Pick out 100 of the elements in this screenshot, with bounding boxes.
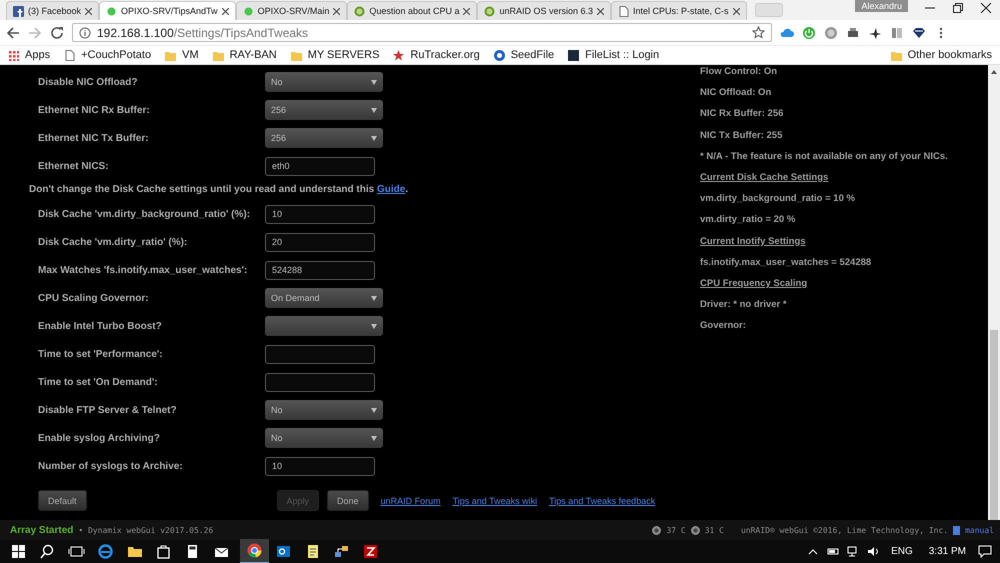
info-text: Governor: [700,320,747,334]
restore-icon[interactable] [952,2,964,12]
dropdown[interactable]: No [265,428,383,448]
bookmark[interactable]: SeedFile [494,49,554,61]
browser-tab[interactable]: OPIXO-SRV/TipsAndTw [99,1,236,20]
folder-icon [890,50,902,60]
setting-label: Time to set 'On Demand': [38,376,159,388]
address-bar[interactable]: 192.168.1.100/Settings/TipsAndTweaks [72,23,772,42]
info-text: NIC Tx Buffer: 255 [700,130,784,143]
url-text: 192.168.1.100/Settings/TipsAndTweaks [97,26,308,40]
footer-link[interactable]: Tips and Tweaks wiki [452,496,538,506]
info-icon [79,26,91,38]
info-text: * N/A - The feature is not available on any of your NICs. [700,150,949,164]
caret-icon [371,324,377,328]
setting-label: Disable NIC Offload? [38,76,138,88]
array-status: Array Started [10,524,74,536]
caret-icon [371,80,377,84]
setting-label: Enable syslog Archiving? [38,432,161,444]
version-text: • Dynamix webGui v2017.05.26 [78,526,214,534]
input-field[interactable]: eth0 [265,156,375,176]
volume-icon[interactable] [867,545,880,558]
chrome-icon[interactable] [240,539,269,563]
back-icon[interactable] [6,26,20,40]
input-field[interactable]: 20 [265,232,375,252]
dropdown[interactable]: 256 [265,100,383,120]
dropdown[interactable]: On Demand [265,288,383,308]
input-field[interactable] [265,372,375,392]
browser-tab[interactable]: unRAID OS version 6.3 [477,1,612,20]
caret-icon [371,108,377,112]
dot-icon [242,6,254,16]
setting-label: Disk Cache 'vm.dirty_background_ratio' (%): [38,208,252,220]
bookmark[interactable]: Apps [8,49,50,61]
info-text: fs.inotify.max_user_watches = 524288 [700,256,872,270]
input-field[interactable] [265,344,375,364]
action-button[interactable]: Default [38,490,87,511]
caret-icon [371,136,377,140]
bookmark[interactable]: RAY-BAN [212,49,277,61]
scroll-up-icon [991,70,997,74]
browser-tab[interactable]: (3) Facebook [6,1,100,20]
folder-icon [290,50,302,60]
bookmark[interactable]: MY SERVERS [290,49,380,61]
star-icon[interactable] [752,26,765,39]
scrollbar[interactable] [988,65,1000,520]
setting-label: Number of syslogs to Archive: [38,460,184,472]
caret-icon [371,436,377,440]
square-icon [568,50,580,60]
bookmark[interactable]: +CouchPotato [64,49,152,61]
dropdown[interactable]: 256 [265,128,383,148]
section-heading: Current Disk Cache Settings [700,172,830,185]
notification-icon[interactable] [978,545,992,558]
section-heading: Current Inotify Settings [700,236,807,248]
close-icon[interactable] [980,2,992,12]
folder-icon [212,50,224,60]
setting-label: Time to set 'Performance': [38,348,164,360]
setting-label: Ethernet NICS: [38,160,110,172]
dropdown[interactable]: No [265,72,383,92]
folder-icon [165,50,176,60]
clock-text[interactable]: 3:31 PM [928,546,966,557]
diamond-icon[interactable] [912,26,926,40]
scrollbar-thumb[interactable] [990,330,998,520]
power-icon[interactable] [802,26,816,40]
browser-tab[interactable]: Intel CPUs: P-state, C-s [611,1,747,20]
info-text: vm.dirty_ratio = 20 % [700,214,796,228]
page-icon [64,50,76,60]
reload-icon[interactable] [50,26,64,40]
temperature-text: 31 C [704,526,724,534]
info-text: vm.dirty_background_ratio = 10 % [700,193,856,206]
section-heading: CPU Frequency Scaling [700,278,808,291]
info-text: Driver: * no driver * [700,299,788,312]
network-icon[interactable] [847,545,860,558]
action-button[interactable]: Done [327,490,369,511]
footer-link[interactable]: Tips and Tweaks feedback [549,496,656,506]
bookmark-folder[interactable]: Other bookmarks [890,49,992,61]
input-field[interactable]: 10 [265,456,375,476]
bookmark[interactable]: VM [165,49,199,61]
bookmark[interactable]: FileList :: Login [568,49,660,61]
copyright-text: unRAID® webGui ©2016, Lime Technology, Inc. [740,526,948,534]
setting-label: Ethernet NIC Rx Buffer: [38,104,151,116]
setting-label: CPU Scaling Governor: [38,292,150,304]
browser-tab[interactable]: OPIXO-SRV/Main [236,1,348,20]
dot-icon [106,6,118,16]
facebook-icon [13,6,24,16]
setting-label: Disk Cache 'vm.dirty_ratio' (%): [38,236,188,248]
input-field[interactable]: 10 [265,204,375,224]
circle-icon [494,50,505,60]
setting-label: Enable Intel Turbo Boost? [38,320,163,332]
manual-link[interactable]: manual [965,526,994,534]
footer-link[interactable]: unRAID Forum [380,496,441,506]
bookmark[interactable]: RuTracker.org [393,49,480,61]
browser-tab[interactable]: Question about CPU a [347,1,478,20]
guide-link[interactable]: Guide [376,184,406,195]
dropdown[interactable]: No [265,400,383,420]
info-text: NIC Offload: On [700,87,772,100]
input-field[interactable]: 524288 [265,260,375,280]
apps-icon [8,50,19,60]
close-icon[interactable] [222,8,229,14]
language-indicator[interactable]: ENG [891,546,913,557]
caret-icon [371,408,377,412]
info-text: NIC Rx Buffer: 256 [700,108,784,122]
info-text: Flow Control: On [700,66,778,79]
